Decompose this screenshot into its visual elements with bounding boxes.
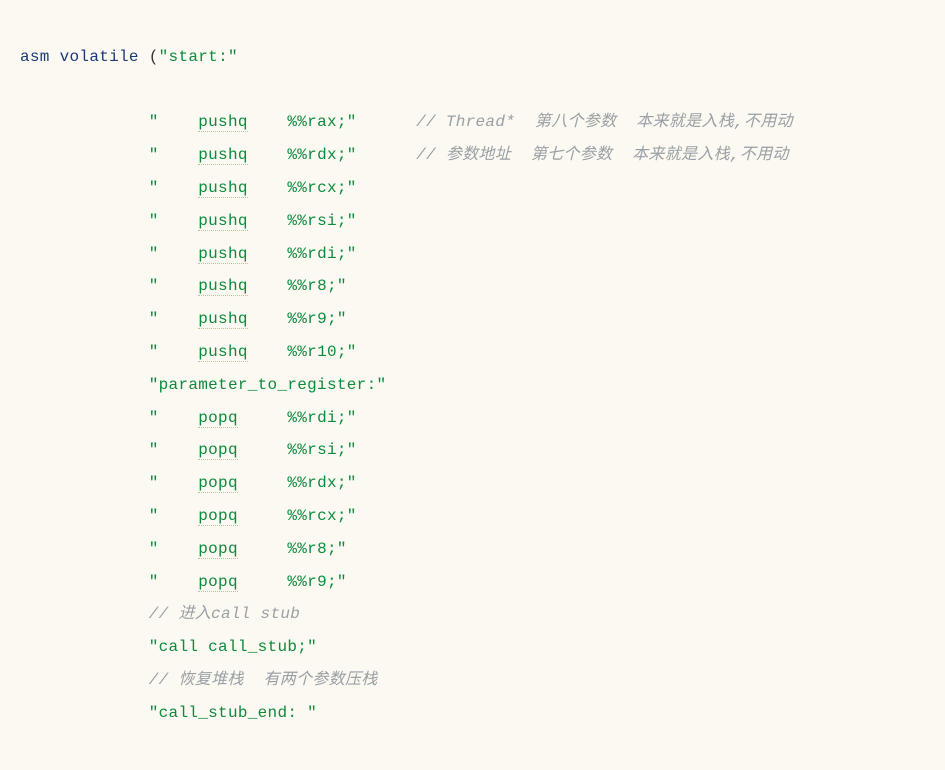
indent <box>20 146 149 164</box>
code-line: // 进入call stub <box>20 598 945 631</box>
code-line: " popq %%rdi;" <box>20 402 945 435</box>
string-mnemonic: popq <box>198 441 238 460</box>
string-pre: " <box>149 507 199 525</box>
string-mnemonic: popq <box>198 409 238 428</box>
code-line: " pushq %%r9;" <box>20 303 945 336</box>
string-post: %%rax;" <box>248 113 357 131</box>
string-post: %%rsi;" <box>238 441 357 459</box>
indent <box>20 212 149 230</box>
indent <box>20 638 149 656</box>
gap <box>357 146 416 164</box>
code-block: asm volatile ("start:" " pushq %%rax;" /… <box>20 8 945 762</box>
string-mnemonic: popq <box>198 573 238 592</box>
gap <box>357 113 416 131</box>
indent <box>20 507 149 525</box>
string-post: %%r9;" <box>248 310 347 328</box>
code-line: " pushq %%r10;" <box>20 336 945 369</box>
indent <box>20 310 149 328</box>
indent <box>20 113 149 131</box>
string-literal: "call call_stub;" <box>149 638 317 656</box>
indent <box>20 245 149 263</box>
string-mnemonic: pushq <box>198 179 248 198</box>
string-pre: " <box>149 113 199 131</box>
indent <box>20 343 149 361</box>
string-mnemonic: pushq <box>198 212 248 231</box>
comment: // 恢复堆栈 有两个参数压栈 <box>149 671 378 689</box>
string-pre: " <box>149 540 199 558</box>
string-post: %%rdi;" <box>238 409 357 427</box>
indent <box>20 671 149 689</box>
indent <box>20 441 149 459</box>
string-pre: " <box>149 409 199 427</box>
string-post: %%rcx;" <box>238 507 357 525</box>
indent <box>20 540 149 558</box>
code-line: // 恢复堆栈 有两个参数压栈 <box>20 664 945 697</box>
keyword-volatile: volatile <box>60 48 139 66</box>
code-line: asm volatile ("start:" <box>20 41 945 74</box>
indent <box>20 376 149 394</box>
string-literal: "parameter_to_register:" <box>149 376 387 394</box>
indent <box>20 704 149 722</box>
code-line: "call_stub_end: " <box>20 697 945 730</box>
indent <box>20 474 149 492</box>
code-line: " pushq %%r8;" <box>20 270 945 303</box>
indent <box>20 409 149 427</box>
string-post: %%r10;" <box>248 343 357 361</box>
code-line: " pushq %%rdi;" <box>20 238 945 271</box>
keyword-asm: asm <box>20 48 50 66</box>
string-pre: " <box>149 146 199 164</box>
string-post: %%rdx;" <box>248 146 357 164</box>
string-mnemonic: popq <box>198 474 238 493</box>
string-label: "start:" <box>159 48 238 66</box>
code-line: " pushq %%rax;" // Thread* 第八个参数 本来就是入栈,… <box>20 106 945 139</box>
paren-open: ( <box>149 48 159 66</box>
code-line: "parameter_to_register:" <box>20 369 945 402</box>
string-mnemonic: pushq <box>198 146 248 165</box>
comment: // 进入call stub <box>149 605 300 623</box>
string-post: %%r9;" <box>238 573 347 591</box>
string-pre: " <box>149 277 199 295</box>
string-post: %%r8;" <box>238 540 347 558</box>
string-mnemonic: pushq <box>198 277 248 296</box>
string-pre: " <box>149 310 199 328</box>
string-post: %%rdx;" <box>238 474 357 492</box>
string-pre: " <box>149 245 199 263</box>
code-line: " popq %%rdx;" <box>20 467 945 500</box>
string-mnemonic: pushq <box>198 310 248 329</box>
string-pre: " <box>149 474 199 492</box>
comment: // Thread* 第八个参数 本来就是入栈,不用动 <box>416 113 793 131</box>
code-line: " popq %%rcx;" <box>20 500 945 533</box>
indent <box>20 179 149 197</box>
indent <box>20 277 149 295</box>
string-mnemonic: pushq <box>198 245 248 264</box>
string-pre: " <box>149 212 199 230</box>
string-literal: "call_stub_end: " <box>149 704 317 722</box>
code-line: "call call_stub;" <box>20 631 945 664</box>
string-post: %%rcx;" <box>248 179 357 197</box>
string-mnemonic: popq <box>198 507 238 526</box>
code-line: " pushq %%rcx;" <box>20 172 945 205</box>
string-post: %%rdi;" <box>248 245 357 263</box>
string-mnemonic: pushq <box>198 343 248 362</box>
string-post: %%r8;" <box>248 277 347 295</box>
code-line: " popq %%r8;" <box>20 533 945 566</box>
code-line: " popq %%rsi;" <box>20 434 945 467</box>
code-line: " pushq %%rdx;" // 参数地址 第七个参数 本来就是入栈,不用动 <box>20 139 945 172</box>
string-mnemonic: popq <box>198 540 238 559</box>
comment: // 参数地址 第七个参数 本来就是入栈,不用动 <box>416 146 789 164</box>
string-pre: " <box>149 179 199 197</box>
code-line: " popq %%r9;" <box>20 566 945 599</box>
indent <box>20 605 149 623</box>
string-pre: " <box>149 343 199 361</box>
string-post: %%rsi;" <box>248 212 357 230</box>
string-pre: " <box>149 573 199 591</box>
indent <box>20 573 149 591</box>
string-pre: " <box>149 441 199 459</box>
code-line: " pushq %%rsi;" <box>20 205 945 238</box>
string-mnemonic: pushq <box>198 113 248 132</box>
